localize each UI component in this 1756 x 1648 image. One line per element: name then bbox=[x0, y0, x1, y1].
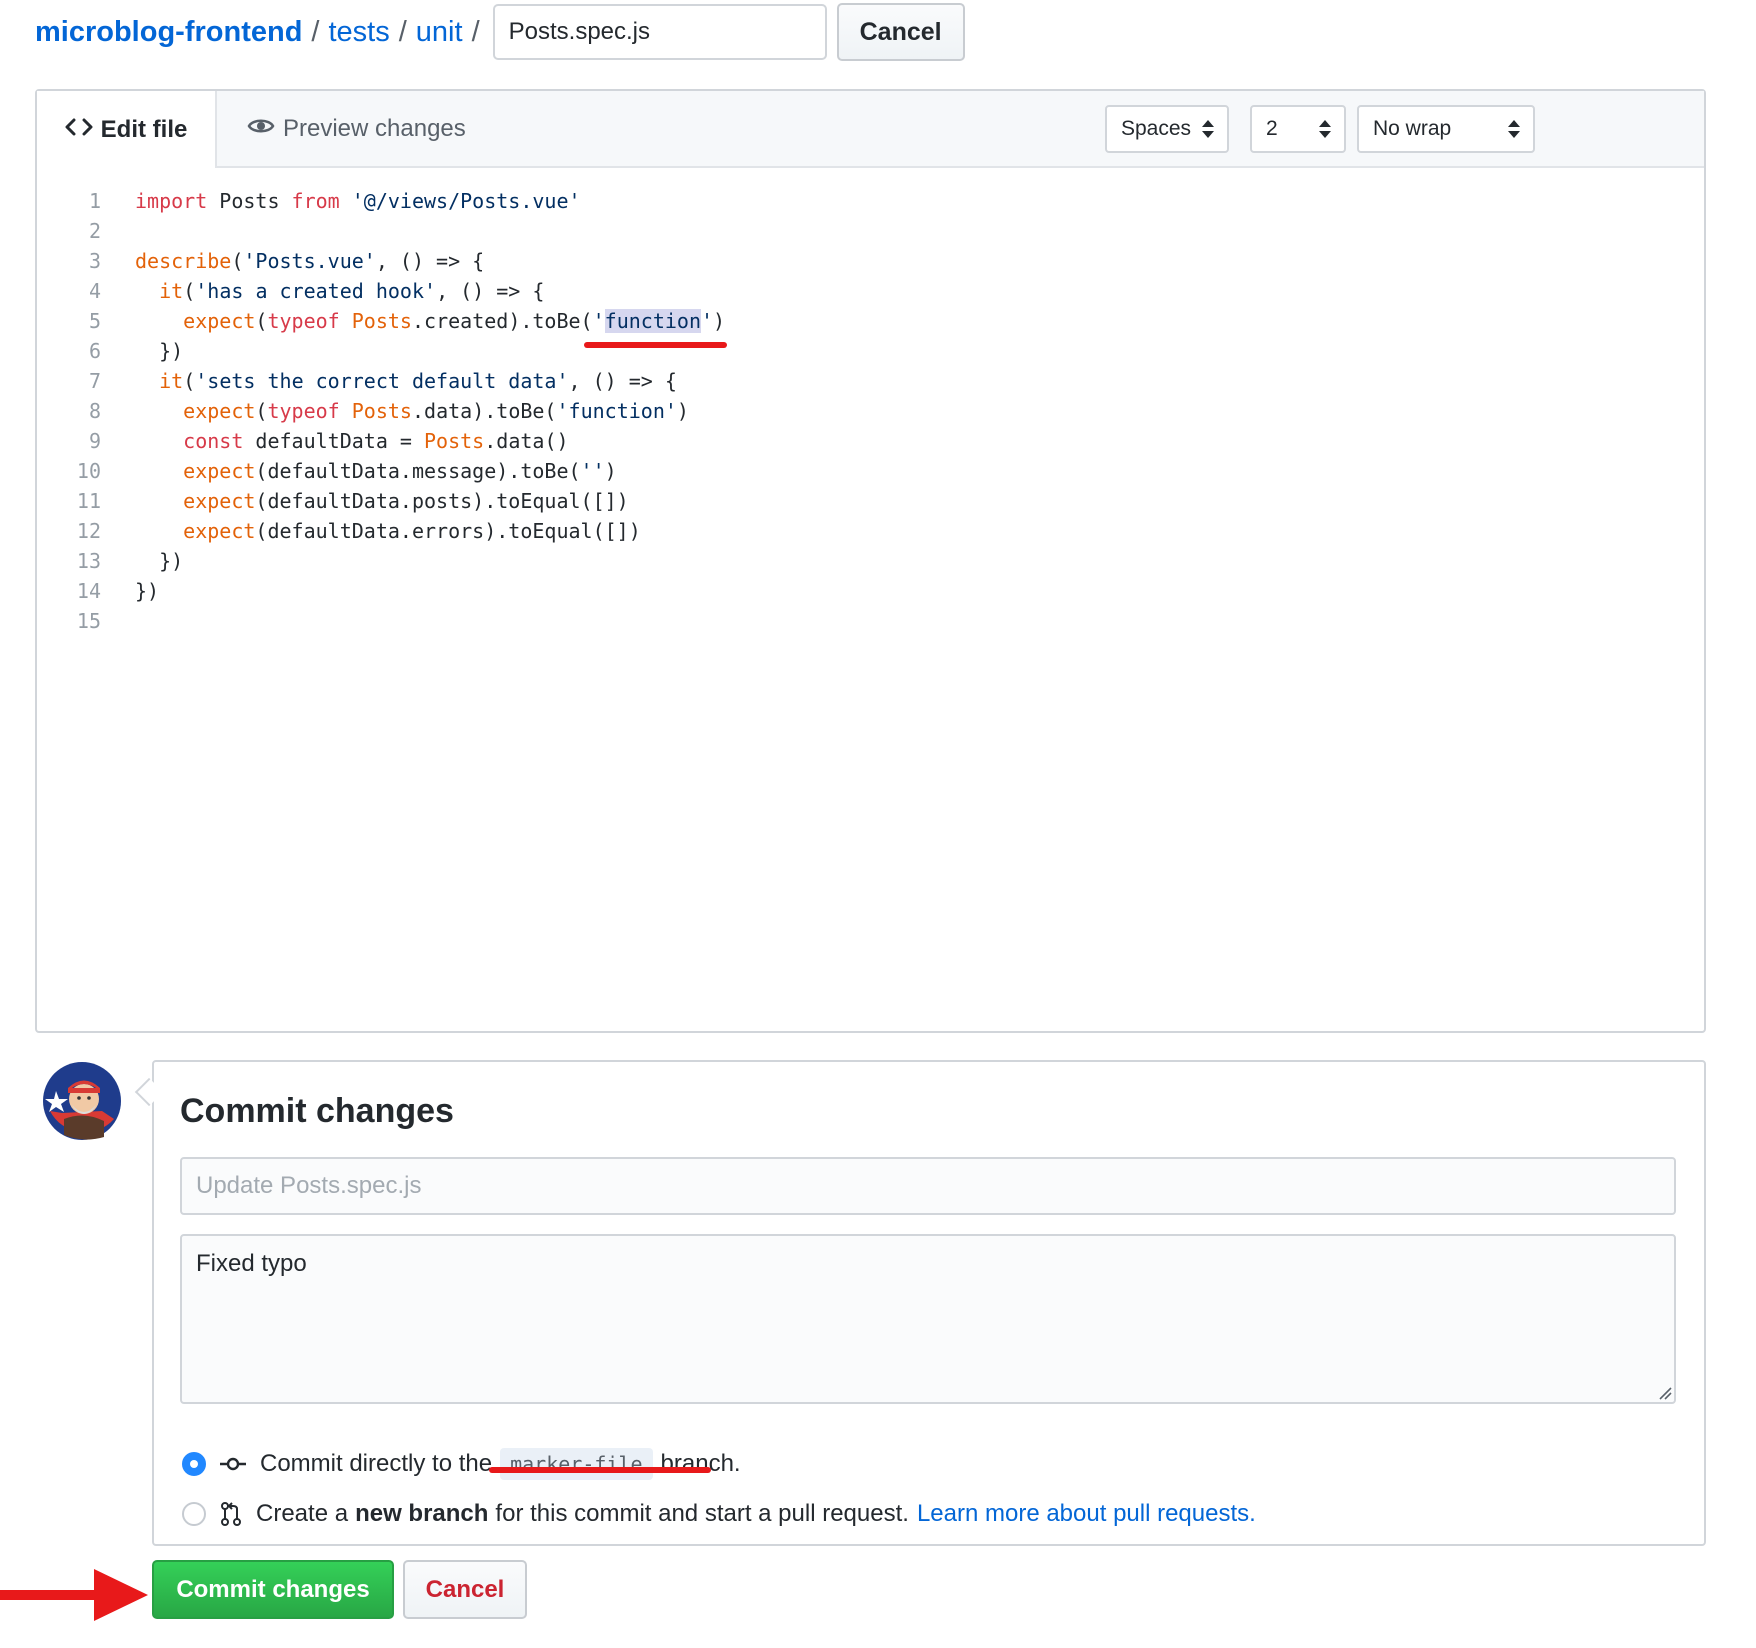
tab-preview-changes[interactable]: Preview changes bbox=[247, 91, 466, 166]
line-number: 2 bbox=[88, 219, 101, 243]
learn-more-pull-requests-link[interactable]: Learn more about pull requests. bbox=[917, 1500, 1256, 1528]
select-caret-icon bbox=[1507, 117, 1521, 147]
line-number: 5 bbox=[88, 309, 101, 333]
tab-edit-file[interactable]: Edit file bbox=[37, 91, 217, 168]
commit-direct-option[interactable]: Commit directly to the marker-file branc… bbox=[182, 1444, 741, 1484]
code-text[interactable]: expect(defaultData.posts).toEqual([]) bbox=[135, 486, 629, 516]
indent-mode-select[interactable]: Spaces bbox=[1105, 105, 1229, 153]
tab-edit-file-label: Edit file bbox=[100, 115, 188, 143]
line-number: 6 bbox=[88, 339, 101, 363]
wrap-mode-select[interactable]: No wrap bbox=[1357, 105, 1535, 153]
wrap-mode-value: No wrap bbox=[1373, 117, 1452, 140]
code-text[interactable]: it('has a created hook', () => { bbox=[135, 276, 544, 306]
line-number: 7 bbox=[88, 369, 101, 393]
commit-direct-suffix: branch. bbox=[660, 1450, 741, 1477]
line-number: 11 bbox=[76, 489, 101, 513]
line-number: 1 bbox=[88, 189, 101, 213]
red-arrow-annotation bbox=[0, 1567, 150, 1628]
line-number: 10 bbox=[76, 459, 101, 483]
code-text[interactable]: const defaultData = Posts.data() bbox=[135, 426, 568, 456]
commit-new-branch-radio[interactable] bbox=[182, 1502, 206, 1526]
line-number: 8 bbox=[88, 399, 101, 423]
avatar bbox=[42, 1061, 122, 1141]
code-text[interactable]: expect(typeof Posts.data).toBe('function… bbox=[135, 396, 689, 426]
code-text[interactable]: expect(typeof Posts.created).toBe('funct… bbox=[135, 306, 725, 336]
code-icon bbox=[65, 116, 101, 144]
code-text[interactable]: expect(defaultData.errors).toEqual([]) bbox=[135, 516, 641, 546]
line-number: 12 bbox=[76, 519, 101, 543]
commit-new-prefix: Create a bbox=[256, 1500, 349, 1527]
git-commit-icon bbox=[220, 1456, 246, 1472]
commit-new-branch-option[interactable]: Create a new branch for this commit and … bbox=[182, 1494, 1256, 1534]
indent-mode-value: Spaces bbox=[1121, 117, 1192, 140]
breadcrumb-separator: / bbox=[471, 15, 480, 48]
git-pull-request-icon bbox=[220, 1501, 242, 1527]
code-text[interactable]: import Posts from '@/views/Posts.vue' bbox=[135, 186, 581, 216]
annotation-underline-branch bbox=[489, 1467, 711, 1473]
breadcrumb-folder-tests[interactable]: tests bbox=[328, 16, 389, 49]
code-text[interactable]: }) bbox=[135, 576, 159, 606]
line-number: 4 bbox=[88, 279, 101, 303]
commit-changes-button[interactable]: Commit changes bbox=[152, 1560, 394, 1619]
code-text[interactable]: }) bbox=[135, 546, 183, 576]
breadcrumb-separator: / bbox=[311, 15, 320, 48]
editor-toolbar: Edit file Preview changes Spaces 2 No wr… bbox=[37, 91, 1704, 168]
filename-input[interactable] bbox=[492, 4, 827, 60]
code-text[interactable]: expect(defaultData.message).toBe('') bbox=[135, 456, 617, 486]
commit-title: Commit changes bbox=[180, 1092, 454, 1130]
commit-summary-input[interactable] bbox=[180, 1157, 1676, 1215]
annotation-underline-function bbox=[584, 342, 727, 348]
line-number: 14 bbox=[76, 579, 101, 603]
tab-preview-changes-label: Preview changes bbox=[283, 114, 466, 142]
breadcrumb-folder-unit[interactable]: unit bbox=[416, 16, 463, 49]
resize-grip-icon[interactable] bbox=[1658, 1386, 1672, 1405]
line-number: 15 bbox=[76, 609, 101, 633]
branch-name: marker-file bbox=[500, 1448, 653, 1480]
cancel-edit-button[interactable]: Cancel bbox=[836, 3, 965, 61]
line-number: 13 bbox=[76, 549, 101, 573]
commit-direct-radio[interactable] bbox=[182, 1452, 206, 1476]
commit-description-input[interactable]: Fixed typo bbox=[180, 1234, 1676, 1404]
select-caret-icon bbox=[1201, 117, 1215, 147]
code-text[interactable]: it('sets the correct default data', () =… bbox=[135, 366, 677, 396]
breadcrumb-separator: / bbox=[398, 15, 407, 48]
cancel-commit-button[interactable]: Cancel bbox=[403, 1560, 527, 1619]
breadcrumb-repo-link[interactable]: microblog-frontend bbox=[35, 16, 302, 49]
eye-icon bbox=[247, 115, 283, 143]
commit-new-bold: new branch bbox=[355, 1500, 489, 1527]
line-number: 3 bbox=[88, 249, 101, 273]
select-caret-icon bbox=[1318, 117, 1332, 147]
breadcrumb: microblog-frontend / tests / unit / Canc… bbox=[35, 0, 965, 64]
indent-size-select[interactable]: 2 bbox=[1250, 105, 1346, 153]
code-text[interactable]: describe('Posts.vue', () => { bbox=[135, 246, 484, 276]
commit-direct-prefix: Commit directly to the bbox=[260, 1450, 493, 1477]
indent-size-value: 2 bbox=[1266, 117, 1278, 140]
code-text[interactable]: }) bbox=[135, 336, 183, 366]
line-number: 9 bbox=[88, 429, 101, 453]
commit-new-suffix: for this commit and start a pull request… bbox=[495, 1500, 909, 1527]
file-editor: Edit file Preview changes Spaces 2 No wr… bbox=[35, 89, 1706, 1033]
